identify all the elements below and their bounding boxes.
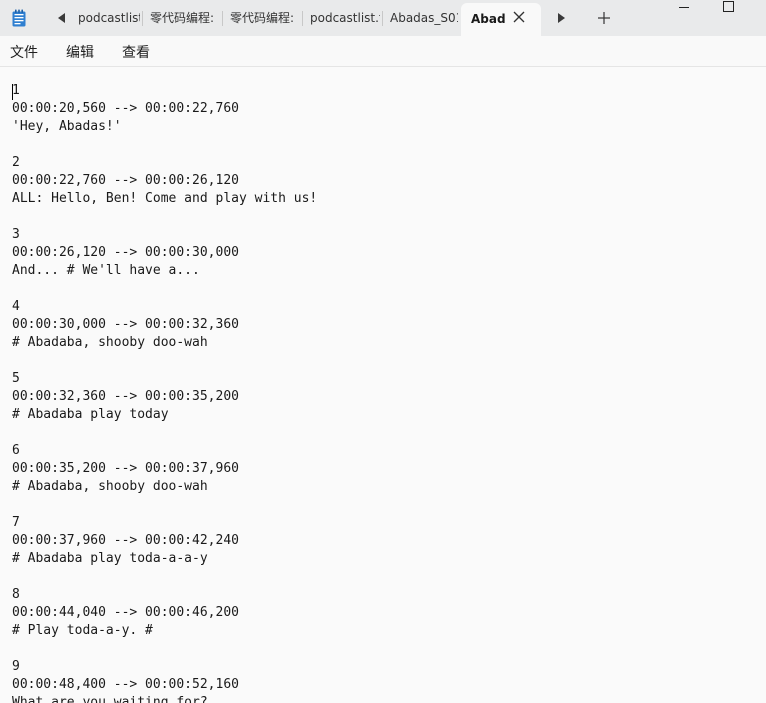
- editor-line: # Play toda-a-y. #: [12, 623, 153, 638]
- editor-line: [12, 496, 317, 514]
- minimize-button[interactable]: [666, 0, 702, 16]
- tab-separator: [302, 11, 303, 26]
- editor-line: # Abadaba play today: [12, 407, 169, 422]
- notepad-icon: [12, 9, 26, 27]
- tab-zero-code-2[interactable]: 零代码编程:: [230, 5, 300, 31]
- triangle-right-icon: [558, 13, 565, 23]
- menu-bar: 文件 编辑 查看: [0, 36, 766, 67]
- text-editor[interactable]: 1 00:00:20,560 --> 00:00:22,760 'Hey, Abad…: [0, 67, 766, 703]
- editor-line: 00:00:37,960 --> 00:00:42,240: [12, 533, 239, 548]
- close-tab-button[interactable]: [511, 9, 527, 25]
- editor-line: 4: [12, 299, 20, 314]
- tab-zero-code-1[interactable]: 零代码编程:: [150, 5, 220, 31]
- maximize-button[interactable]: [710, 0, 746, 16]
- editor-line: 3: [12, 227, 20, 242]
- editor-line: 5: [12, 371, 20, 386]
- editor-line: And... # We'll have a...: [12, 263, 200, 278]
- scroll-tabs-right-button[interactable]: [552, 8, 572, 28]
- menu-edit[interactable]: 编辑: [66, 42, 94, 62]
- editor-line: [12, 208, 317, 226]
- editor-content: 1 00:00:20,560 --> 00:00:22,760 'Hey, Abad…: [12, 82, 317, 703]
- editor-line: [12, 640, 317, 658]
- editor-line: 00:00:35,200 --> 00:00:37,960: [12, 461, 239, 476]
- tab-podcastlist-2[interactable]: podcastlist.t: [310, 5, 380, 31]
- editor-line: 2: [12, 155, 20, 170]
- notepad-window: podcastlist.t 零代码编程: 零代码编程: podcastlist.…: [0, 0, 766, 703]
- editor-line: [12, 352, 317, 370]
- editor-line: 7: [12, 515, 20, 530]
- tab-separator: [142, 11, 143, 26]
- editor-line: 1: [12, 83, 20, 98]
- editor-line: 00:00:20,560 --> 00:00:22,760: [12, 101, 239, 116]
- editor-line: 00:00:44,040 --> 00:00:46,200: [12, 605, 239, 620]
- editor-line: 00:00:30,000 --> 00:00:32,360: [12, 317, 239, 332]
- editor-line: 9: [12, 659, 20, 674]
- plus-icon: [598, 12, 610, 24]
- text-caret: [12, 84, 13, 100]
- menu-view[interactable]: 查看: [122, 42, 150, 62]
- editor-line: ALL: Hello, Ben! Come and play with us!: [12, 191, 318, 206]
- tab-bar: podcastlist.t 零代码编程: 零代码编程: podcastlist.…: [0, 0, 766, 36]
- tab-active-abad[interactable]: Abad: [461, 3, 541, 36]
- editor-line: 6: [12, 443, 20, 458]
- tab-podcastlist-1[interactable]: podcastlist.t: [78, 5, 140, 31]
- editor-line: # Abadaba play toda-a-a-y: [12, 551, 208, 566]
- editor-line: [12, 280, 317, 298]
- menu-file[interactable]: 文件: [10, 42, 38, 62]
- triangle-left-icon: [58, 13, 65, 23]
- editor-line: 8: [12, 587, 20, 602]
- editor-line: 00:00:32,360 --> 00:00:35,200: [12, 389, 239, 404]
- editor-line: 00:00:22,760 --> 00:00:26,120: [12, 173, 239, 188]
- tab-abadas-s01e[interactable]: Abadas_S01E: [390, 5, 458, 31]
- tab-separator: [222, 11, 223, 26]
- editor-line: [12, 424, 317, 442]
- scroll-tabs-left-button[interactable]: [52, 8, 72, 28]
- editor-line: # Abadaba, shooby doo-wah: [12, 479, 208, 494]
- editor-line: 00:00:26,120 --> 00:00:30,000: [12, 245, 239, 260]
- editor-line: # Abadaba, shooby doo-wah: [12, 335, 208, 350]
- close-icon: [513, 11, 525, 23]
- editor-line: [12, 568, 317, 586]
- tab-separator: [382, 11, 383, 26]
- new-tab-button[interactable]: [594, 8, 614, 28]
- maximize-icon: [723, 1, 734, 12]
- minimize-icon: [679, 7, 689, 8]
- editor-line: [12, 136, 317, 154]
- editor-line: What are you waiting for?: [12, 695, 208, 703]
- editor-line: 'Hey, Abadas!': [12, 119, 122, 134]
- editor-line: 00:00:48,400 --> 00:00:52,160: [12, 677, 239, 692]
